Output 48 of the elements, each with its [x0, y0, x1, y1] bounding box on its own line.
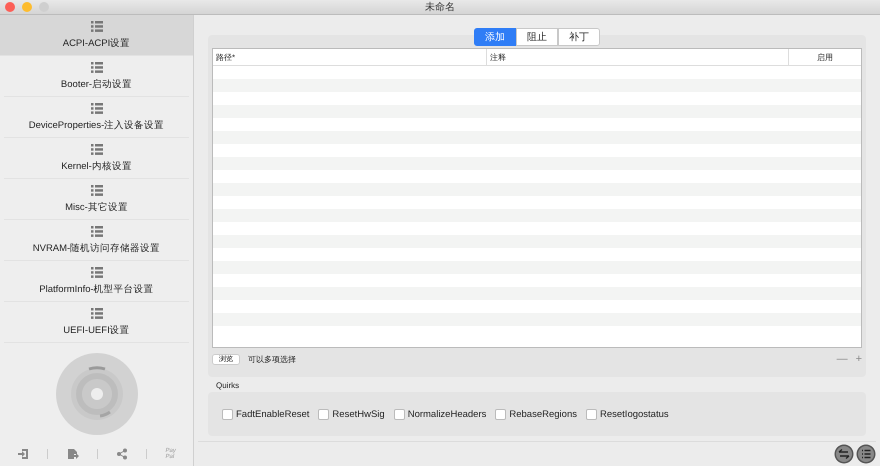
list-icon: [90, 184, 102, 196]
table-row[interactable]: [213, 287, 861, 300]
checkbox[interactable]: ResetIogostatus: [586, 408, 669, 420]
list-icon: [90, 226, 102, 236]
sidebar-item[interactable]: UEFI-UEFI设置: [4, 302, 189, 343]
close-button[interactable]: [5, 2, 15, 12]
checkbox[interactable]: ResetHwSig: [318, 408, 385, 420]
list-icon: [90, 144, 102, 154]
sidebar-item[interactable]: Misc-其它设置: [4, 179, 189, 220]
checkbox[interactable]: NormalizeHeaders: [394, 408, 486, 420]
table-row[interactable]: [213, 235, 861, 248]
hint-text: 可以多项选择: [248, 354, 296, 364]
minimize-button[interactable]: [22, 2, 32, 12]
column-header[interactable]: 路径*: [213, 49, 487, 65]
list-icon: [90, 266, 102, 278]
table-row[interactable]: [213, 105, 861, 118]
table-row[interactable]: [213, 183, 861, 196]
sidebar-item[interactable]: PlatformInfo-机型平台设置: [4, 261, 189, 302]
export-icon[interactable]: [66, 448, 79, 460]
zoom-button[interactable]: [39, 2, 49, 12]
table-row[interactable]: [213, 209, 861, 222]
sidebar-item[interactable]: DeviceProperties-注入设备设置: [4, 97, 189, 138]
table-row[interactable]: [213, 79, 861, 92]
checkbox[interactable]: RebaseRegions: [495, 408, 577, 420]
table-row[interactable]: [213, 313, 861, 326]
checkbox[interactable]: FadtEnableReset: [222, 408, 310, 420]
tab[interactable]: 添加: [474, 28, 516, 46]
share-icon[interactable]: [116, 448, 128, 460]
import-icon[interactable]: [17, 448, 30, 460]
list-icon: [90, 102, 102, 114]
table-row[interactable]: [213, 131, 861, 144]
window-title: 未命名: [425, 0, 455, 14]
list-icon: [90, 62, 102, 72]
table-row[interactable]: [213, 157, 861, 170]
sidebar-item[interactable]: ACPI-ACPI设置: [0, 15, 193, 56]
section-title: Quirks: [216, 381, 240, 390]
list-icon[interactable]: [856, 444, 876, 464]
tab[interactable]: 补丁: [558, 28, 600, 46]
column-header[interactable]: 启用: [789, 49, 861, 65]
list-icon: [90, 308, 102, 318]
list-icon: [90, 20, 102, 32]
sidebar-item[interactable]: Kernel-内核设置: [4, 138, 189, 179]
tab[interactable]: 阻止: [516, 28, 558, 46]
sidebar-item[interactable]: NVRAM-随机访问存储器设置: [4, 220, 189, 261]
table-row[interactable]: [213, 261, 861, 274]
swap-icon[interactable]: [834, 444, 854, 464]
column-header[interactable]: 注释: [487, 49, 789, 65]
sidebar-item[interactable]: Booter-启动设置: [4, 56, 189, 97]
